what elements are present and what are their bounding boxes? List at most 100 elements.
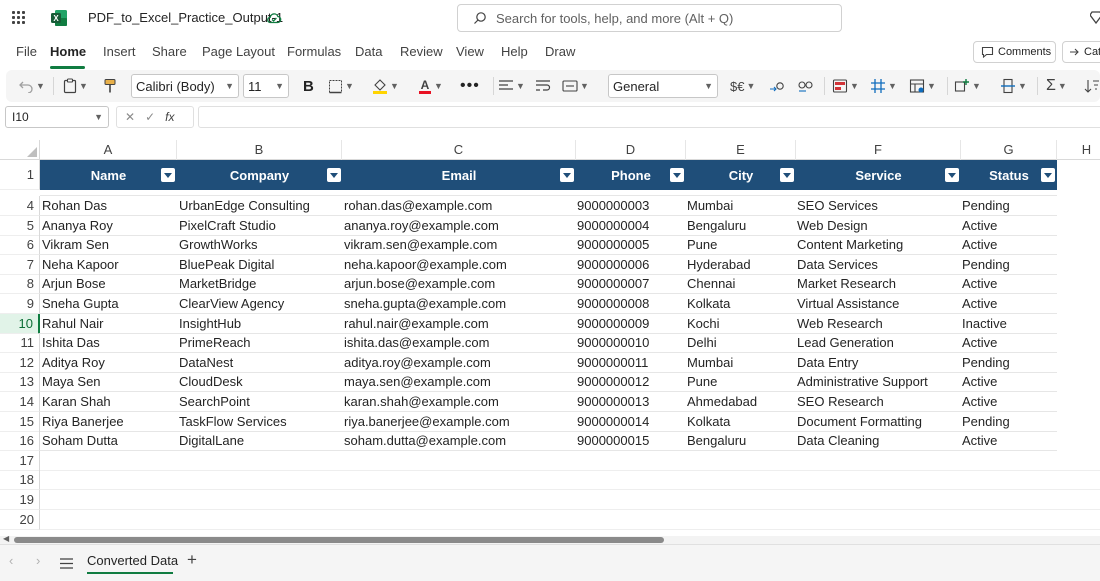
cell-city[interactable]: Bengaluru	[687, 431, 793, 451]
cell-email[interactable]: sneha.gupta@example.com	[344, 294, 572, 314]
row-header-5[interactable]: 5	[0, 215, 40, 236]
cell-company[interactable]: BluePeak Digital	[179, 255, 340, 275]
cell-name[interactable]: Rahul Nair	[42, 314, 175, 334]
cell-status[interactable]: Pending	[962, 255, 1054, 275]
column-header-f[interactable]: F	[796, 140, 961, 160]
cell-city[interactable]: Chennai	[687, 274, 793, 294]
autosum-button[interactable]: Σ ▼	[1046, 76, 1067, 96]
tab-help[interactable]: Help	[501, 44, 528, 59]
cell-city[interactable]: Mumbai	[687, 196, 793, 216]
number-format-select[interactable]: General ▼	[608, 74, 718, 98]
empty-row[interactable]	[40, 470, 1100, 491]
cell-email[interactable]: rahul.nair@example.com	[344, 314, 572, 334]
cell-city[interactable]: Pune	[687, 235, 793, 255]
cell-company[interactable]: ClearView Agency	[179, 294, 340, 314]
sheet-tab-converted-data[interactable]: Converted Data	[87, 553, 178, 568]
font-size-select[interactable]: 11 ▼	[243, 74, 289, 98]
currency-button[interactable]: $€ ▼	[730, 76, 755, 96]
cell-email[interactable]: rohan.das@example.com	[344, 196, 572, 216]
cell-company[interactable]: GrowthWorks	[179, 235, 340, 255]
cell-status[interactable]: Active	[962, 294, 1054, 314]
cell-service[interactable]: Data Entry	[797, 353, 958, 373]
column-header-e[interactable]: E	[686, 140, 796, 160]
cell-styles-button[interactable]: ▼	[909, 76, 936, 96]
cell-status[interactable]: Active	[962, 216, 1054, 236]
filter-dropdown-icon[interactable]	[780, 168, 794, 182]
tab-file[interactable]: File	[16, 44, 37, 59]
cell-status[interactable]: Active	[962, 235, 1054, 255]
tab-draw[interactable]: Draw	[545, 44, 575, 59]
cell-status[interactable]: Active	[962, 274, 1054, 294]
tab-insert[interactable]: Insert	[103, 44, 136, 59]
cell-name[interactable]: Aditya Roy	[42, 353, 175, 373]
column-header-a[interactable]: A	[40, 140, 177, 160]
column-header-h[interactable]: H	[1057, 140, 1100, 160]
add-sheet-icon[interactable]: +	[187, 550, 197, 570]
cell-status[interactable]: Inactive	[962, 314, 1054, 334]
cell-name[interactable]: Neha Kapoor	[42, 255, 175, 275]
filter-dropdown-icon[interactable]	[670, 168, 684, 182]
row-header-1[interactable]: 1	[0, 160, 40, 190]
cell-phone[interactable]: 9000000012	[577, 372, 683, 392]
catch-up-button[interactable]: Cat	[1062, 41, 1100, 63]
cell-city[interactable]: Hyderabad	[687, 255, 793, 275]
cell-phone[interactable]: 9000000006	[577, 255, 683, 275]
cell-company[interactable]: DigitalLane	[179, 431, 340, 451]
all-sheets-menu-icon[interactable]	[60, 558, 73, 569]
cell-city[interactable]: Pune	[687, 372, 793, 392]
cell-email[interactable]: arjun.bose@example.com	[344, 274, 572, 294]
tab-share[interactable]: Share	[152, 44, 187, 59]
cell-phone[interactable]: 9000000014	[577, 412, 683, 432]
cell-status[interactable]: Active	[962, 333, 1054, 353]
cell-name[interactable]: Riya Banerjee	[42, 412, 175, 432]
row-header-10[interactable]: 10	[0, 313, 40, 334]
empty-row[interactable]	[40, 451, 1100, 471]
paste-button[interactable]: ▼	[63, 76, 88, 96]
filter-dropdown-icon[interactable]	[560, 168, 574, 182]
cell-company[interactable]: PixelCraft Studio	[179, 216, 340, 236]
tab-page-layout[interactable]: Page Layout	[202, 44, 275, 59]
cell-name[interactable]: Ananya Roy	[42, 216, 175, 236]
cell-phone[interactable]: 9000000009	[577, 314, 683, 334]
cell-status[interactable]: Active	[962, 431, 1054, 451]
empty-row[interactable]	[40, 510, 1100, 530]
cell-name[interactable]: Sneha Gupta	[42, 294, 175, 314]
cell-service[interactable]: Administrative Support	[797, 372, 958, 392]
cell-name[interactable]: Karan Shah	[42, 392, 175, 412]
cell-company[interactable]: InsightHub	[179, 314, 340, 334]
row-header-17[interactable]: 17	[0, 450, 40, 471]
name-box[interactable]: I10 ▼	[5, 106, 109, 128]
scrollbar-thumb[interactable]	[14, 537, 664, 543]
cell-email[interactable]: riya.banerjee@example.com	[344, 412, 572, 432]
insert-cells-button[interactable]: ▼	[954, 76, 981, 96]
saved-cloud-icon[interactable]	[266, 10, 282, 26]
increase-decimal-button[interactable]	[768, 76, 786, 96]
search-box[interactable]: Search for tools, help, and more (Alt + …	[457, 4, 842, 32]
filter-dropdown-icon[interactable]	[1041, 168, 1055, 182]
row-header-19[interactable]: 19	[0, 490, 40, 510]
cell-email[interactable]: neha.kapoor@example.com	[344, 255, 572, 275]
conditional-formatting-button[interactable]: ▼	[832, 76, 859, 96]
cell-phone[interactable]: 9000000011	[577, 353, 683, 373]
cell-name[interactable]: Ishita Das	[42, 333, 175, 353]
row-header-9[interactable]: 9	[0, 294, 40, 314]
tab-home[interactable]: Home	[50, 44, 86, 59]
format-painter-button[interactable]	[103, 76, 117, 96]
cell-company[interactable]: UrbanEdge Consulting	[179, 196, 340, 216]
undo-button[interactable]: ▼	[18, 76, 45, 96]
cell-company[interactable]: TaskFlow Services	[179, 412, 340, 432]
cell-name[interactable]: Rohan Das	[42, 196, 175, 216]
decrease-decimal-button[interactable]	[796, 76, 814, 96]
cell-company[interactable]: PrimeReach	[179, 333, 340, 353]
column-header-d[interactable]: D	[576, 140, 686, 160]
tab-data[interactable]: Data	[355, 44, 382, 59]
tab-review[interactable]: Review	[400, 44, 443, 59]
next-sheet-icon[interactable]: ›	[36, 553, 40, 568]
cell-city[interactable]: Kochi	[687, 314, 793, 334]
filter-dropdown-icon[interactable]	[327, 168, 341, 182]
cancel-icon[interactable]: ✕	[125, 110, 135, 124]
cell-city[interactable]: Delhi	[687, 333, 793, 353]
cell-service[interactable]: Content Marketing	[797, 235, 958, 255]
more-options-icon[interactable]: •••	[460, 76, 480, 96]
row-header-20[interactable]: 20	[0, 509, 40, 530]
